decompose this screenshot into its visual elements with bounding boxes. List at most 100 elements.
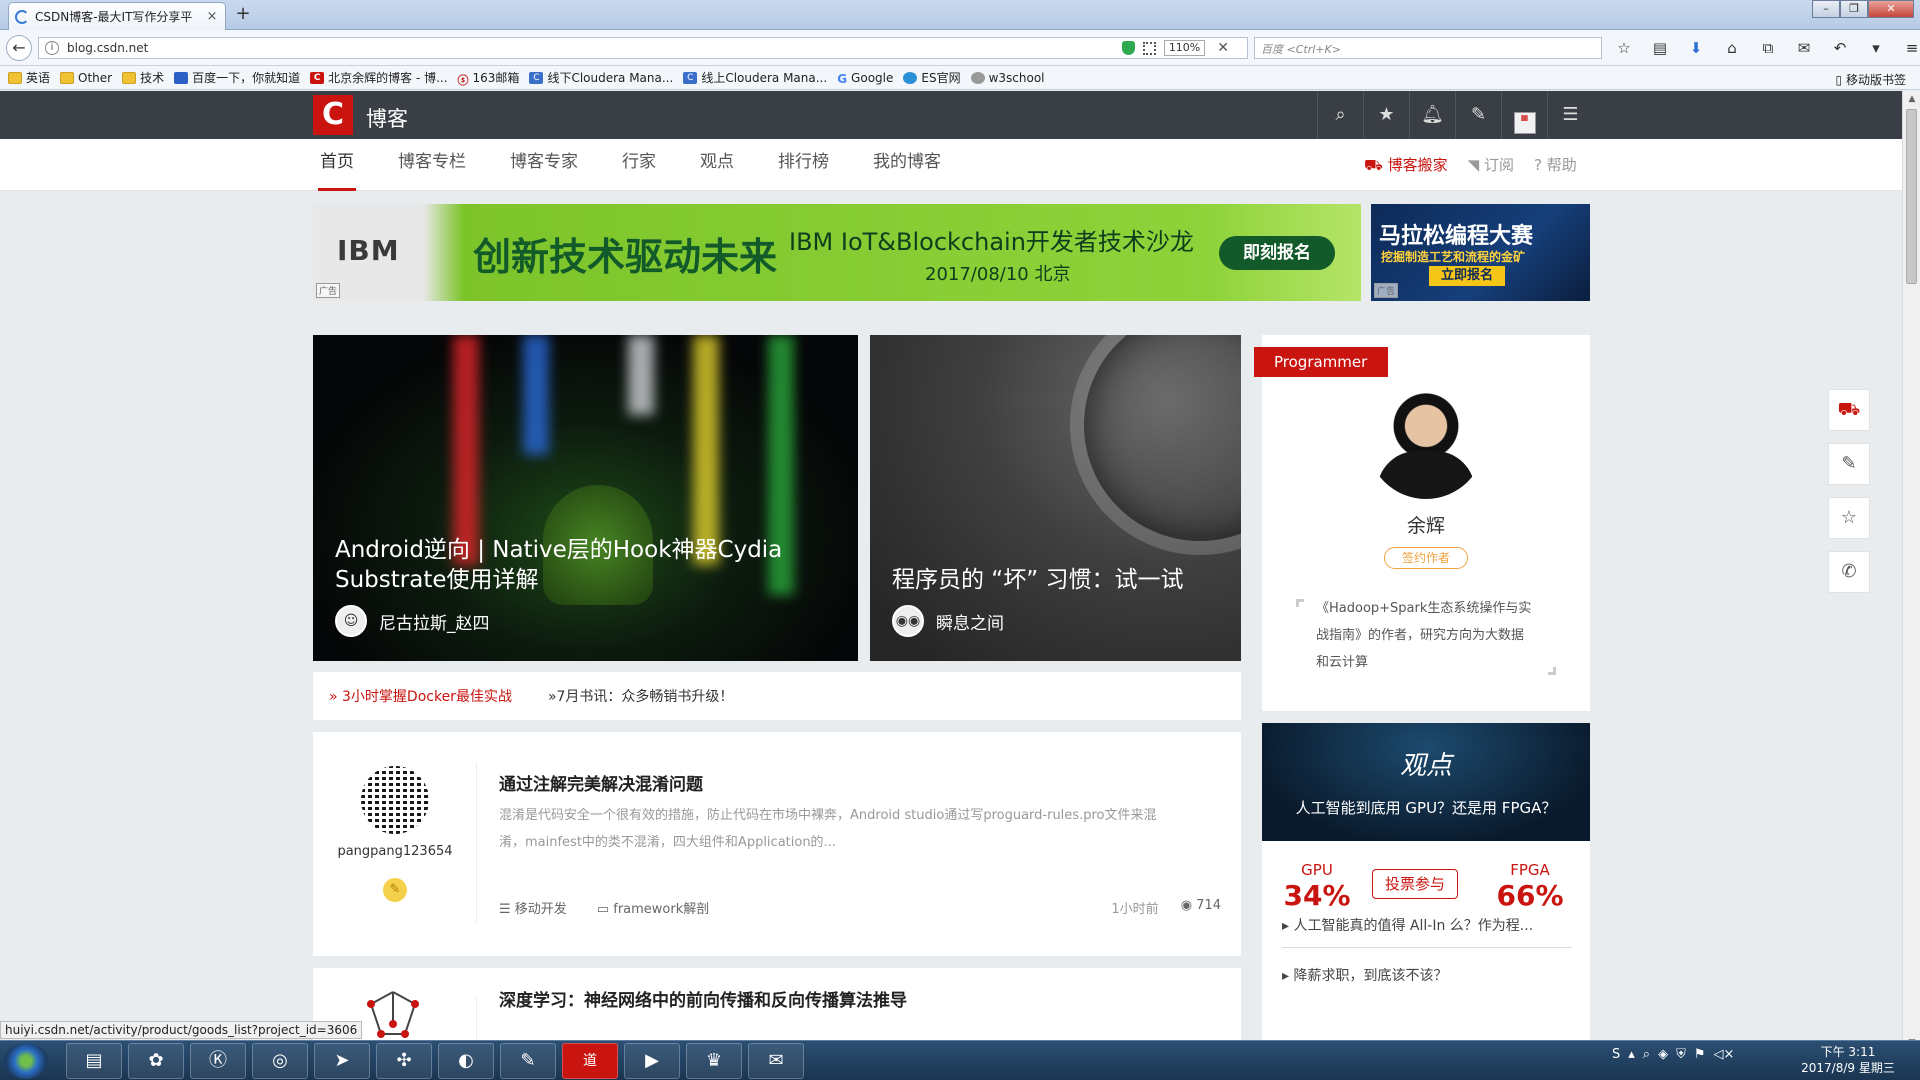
game-icon[interactable]: ♛ <box>686 1043 742 1079</box>
hero-title[interactable]: Android逆向 | Native层的Hook神器Cydia Substrat… <box>335 535 795 595</box>
blog-move-link[interactable]: ⛟ 博客搬家 <box>1364 154 1448 176</box>
screenshot-icon[interactable]: ⧉ <box>1756 37 1780 59</box>
nav-columns[interactable]: 博客专栏 <box>376 139 488 191</box>
user-avatar[interactable]: ▦ <box>1501 91 1547 139</box>
author-photo[interactable] <box>1367 381 1485 499</box>
bookmark-tech[interactable]: 技术 <box>122 69 164 86</box>
chrome-icon[interactable]: ◎ <box>252 1043 308 1079</box>
qr-icon[interactable] <box>1142 41 1156 55</box>
scroll-up-icon[interactable]: ▲ <box>1903 91 1920 107</box>
csdn-logo[interactable]: C <box>313 95 353 135</box>
author-name[interactable]: pangpang123654 <box>313 844 477 859</box>
start-button[interactable] <box>4 1043 48 1079</box>
browser-tab[interactable]: CSDN博客-最大IT写作分享平 × <box>8 2 226 30</box>
bookmark-english[interactable]: 英语 <box>8 69 50 86</box>
note-icon[interactable]: ✎ <box>500 1043 556 1079</box>
bell-icon[interactable]: 🔔︎ <box>1409 91 1455 139</box>
flag-icon[interactable]: ⚑ <box>1694 1047 1706 1062</box>
clock[interactable]: 下午 3:11 2017/8/9 星期三 <box>1792 1044 1904 1076</box>
nav-opinions[interactable]: 观点 <box>678 139 756 191</box>
star-icon[interactable]: ★ <box>1363 91 1409 139</box>
nav-experts[interactable]: 博客专家 <box>488 139 600 191</box>
ticker-item[interactable]: » 3小时掌握Docker最佳实战 <box>329 686 512 706</box>
firefox-icon[interactable]: ◐ <box>438 1043 494 1079</box>
maximize-button[interactable]: ❐ <box>1840 0 1868 18</box>
scroll-thumb[interactable] <box>1906 109 1917 284</box>
shield-icon[interactable] <box>1121 41 1135 55</box>
edit-icon[interactable]: ✎ <box>1828 443 1870 485</box>
bird-icon[interactable]: ➤ <box>314 1043 370 1079</box>
search-input[interactable]: 百度 <Ctrl+K> <box>1254 37 1602 59</box>
close-tab-icon[interactable]: × <box>205 9 219 24</box>
author-avatar[interactable] <box>361 766 429 834</box>
bookmark-es[interactable]: ES官网 <box>903 69 961 86</box>
info-icon[interactable]: i <box>45 41 59 55</box>
new-tab-button[interactable]: + <box>232 4 254 26</box>
marathon-ad-banner[interactable]: 马拉松编程大赛 挖掘制造工艺和流程的金矿 立即报名 广告 <box>1371 204 1590 301</box>
nav-pros[interactable]: 行家 <box>600 139 678 191</box>
subscribe-link[interactable]: ◥ 订阅 <box>1468 154 1514 176</box>
edit-icon[interactable]: ✎ <box>1455 91 1501 139</box>
bookmark-w3school[interactable]: w3school <box>970 71 1045 85</box>
address-bar[interactable]: i blog.csdn.net 110% ✕ <box>38 37 1248 59</box>
star-icon[interactable]: ☆ <box>1612 37 1636 59</box>
hero-title[interactable]: 程序员的 “坏” 习惯：试一试 <box>892 565 1222 595</box>
shield-icon[interactable]: ◈ <box>1658 1047 1668 1062</box>
nav-my-blog[interactable]: 我的博客 <box>851 139 963 191</box>
hero-author[interactable]: ☺ 尼古拉斯_赵四 <box>335 605 490 637</box>
hero-author[interactable]: ◉◉ 瞬息之间 <box>892 605 1004 637</box>
wechat-icon[interactable]: ✉ <box>748 1043 804 1079</box>
zoom-level[interactable]: 110% <box>1163 40 1206 56</box>
close-window-button[interactable]: ✕ <box>1868 0 1914 18</box>
poll-link[interactable]: ▸ 降薪求职，到底该不该？ <box>1282 965 1572 985</box>
input-method-icon[interactable]: S <box>1612 1047 1620 1062</box>
nav-rankings[interactable]: 排行榜 <box>756 139 851 191</box>
bookmark-blog[interactable]: C 北京余辉的博客 - 博... <box>310 69 448 86</box>
help-link[interactable]: ? 帮助 <box>1534 154 1577 176</box>
bookmark-cloudera-offline[interactable]: C 线下Cloudera Mana... <box>529 69 673 86</box>
mobile-bookmarks[interactable]: ▯ 移动版书签 <box>1836 71 1906 88</box>
folder-icon[interactable]: ▤ <box>66 1043 122 1079</box>
chat-icon[interactable]: ✉ <box>1792 37 1816 59</box>
chevron-up-icon[interactable]: ▴ <box>1628 1047 1635 1062</box>
home-icon[interactable]: ⌂ <box>1720 37 1744 59</box>
chevron-down-icon[interactable]: ▾ <box>1864 37 1888 59</box>
poll-header[interactable]: 观点 人工智能到底用 GPU？还是用 FPGA？ <box>1262 723 1590 841</box>
bookmark-google[interactable]: G Google <box>837 71 893 86</box>
bookmark-baidu[interactable]: 百度一下，你就知道 <box>174 69 300 86</box>
minimize-button[interactable]: – <box>1812 0 1840 18</box>
article-title[interactable]: 深度学习：神经网络中的前向传播和反向传播算法推导 <box>499 986 907 1011</box>
bookmark-cloudera-online[interactable]: C 线上Cloudera Mana... <box>683 69 827 86</box>
article-tag[interactable]: ▭ framework解剖 <box>597 898 709 917</box>
truck-icon[interactable]: ⛟ <box>1828 389 1870 431</box>
site-title[interactable]: 博客 <box>366 103 408 133</box>
download-icon[interactable]: ⬇ <box>1684 37 1708 59</box>
menu-icon[interactable]: ≡ <box>1900 37 1920 59</box>
bookmark-163[interactable]: ⓢ 163邮箱 <box>458 69 520 87</box>
user-star-icon[interactable]: ☆ <box>1828 497 1870 539</box>
register-button[interactable]: 即刻报名 <box>1219 236 1335 270</box>
article-title[interactable]: 通过注解完美解决混淆问题 <box>499 770 703 795</box>
reader-icon[interactable]: ▤ <box>1648 37 1672 59</box>
clear-url-icon[interactable]: ✕ <box>1217 40 1229 56</box>
author-avatar[interactable] <box>361 984 425 1048</box>
search-icon[interactable]: ⌕ <box>1643 1047 1650 1062</box>
hero-card-1[interactable]: Android逆向 | Native层的Hook神器Cydia Substrat… <box>313 335 858 661</box>
youdao-icon[interactable]: 道 <box>562 1043 618 1079</box>
vote-button[interactable]: 投票参与 <box>1372 869 1458 899</box>
security-icon[interactable]: ⛨ <box>1676 1047 1686 1062</box>
network-icon[interactable]: ✣ <box>376 1043 432 1079</box>
search-icon[interactable]: ⌕ <box>1317 91 1363 139</box>
register-button[interactable]: 立即报名 <box>1429 266 1505 286</box>
volume-icon[interactable]: ◁× <box>1714 1047 1735 1062</box>
ibm-ad-banner[interactable]: IBM 创新技术驱动未来 IBM IoT&Blockchain开发者技术沙龙 2… <box>313 204 1361 301</box>
ticker-item[interactable]: »7月书讯：众多畅销书升级！ <box>548 686 733 706</box>
bookmark-other[interactable]: Other <box>60 71 112 85</box>
article-category[interactable]: ☰ 移动开发 <box>499 898 567 917</box>
player-icon[interactable]: ▶ <box>624 1043 680 1079</box>
hero-card-2[interactable]: 程序员的 “坏” 习惯：试一试 ◉◉ 瞬息之间 <box>870 335 1241 661</box>
back-button[interactable]: ← <box>6 35 32 61</box>
undo-icon[interactable]: ↶ <box>1828 37 1852 59</box>
author-name[interactable]: 余辉 <box>1262 511 1590 538</box>
url-text[interactable]: blog.csdn.net <box>67 41 1122 55</box>
